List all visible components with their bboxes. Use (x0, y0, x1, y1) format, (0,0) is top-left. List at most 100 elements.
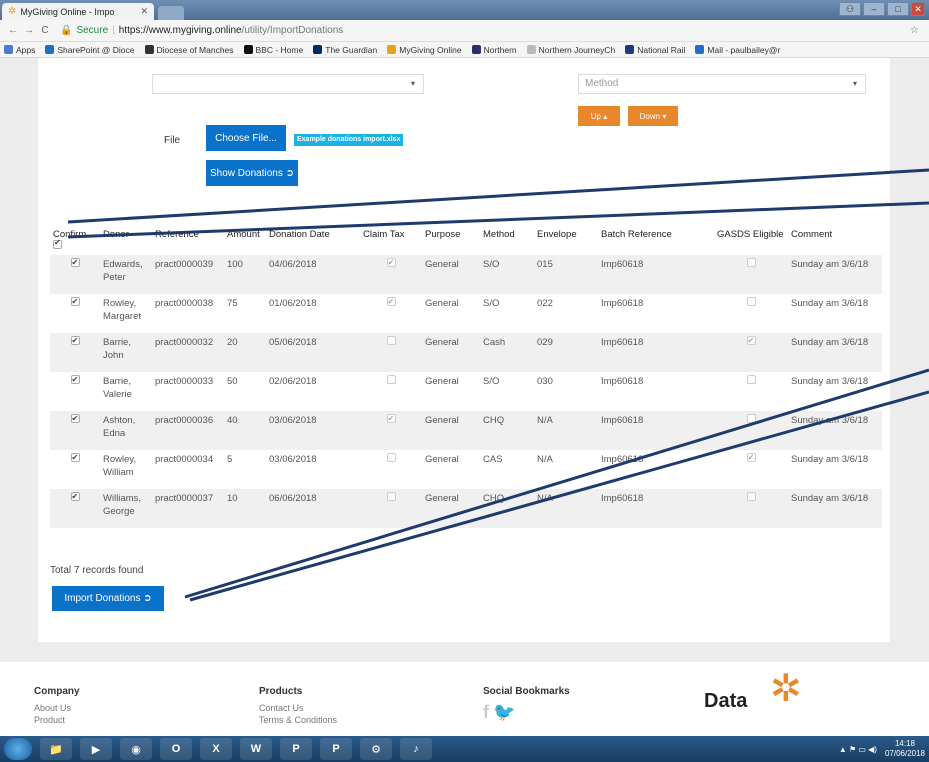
network-icon[interactable]: ▲ ⚑ ▭ ◀) (839, 745, 877, 754)
up-button[interactable]: Up ▴ (578, 106, 620, 126)
start-button[interactable] (4, 738, 32, 760)
bookmark-label: BBC - Home (255, 44, 304, 55)
gasds-eligible-checkbox[interactable] (746, 375, 756, 384)
bookmark-item[interactable]: National Rail (625, 45, 685, 55)
minimize-button[interactable]: – (863, 2, 885, 16)
confirm-all-checkbox[interactable] (53, 238, 62, 249)
show-donations-button[interactable]: Show Donations ➲ (206, 160, 298, 186)
taskbar-app-icon[interactable]: X (200, 738, 232, 760)
method-cell: Cash (483, 337, 506, 348)
facebook-icon[interactable]: f (483, 702, 489, 723)
bookmark-item[interactable]: Northern JourneyCh (526, 45, 615, 55)
claim-tax-checkbox[interactable] (386, 412, 396, 425)
bookmark-item[interactable]: The Guardian (313, 45, 377, 55)
gasds-eligible-checkbox[interactable] (746, 492, 756, 501)
bookmark-label: SharePoint @ Dioce (57, 44, 135, 55)
purpose-cell: General (425, 454, 459, 465)
amount-cell: 75 (227, 298, 238, 309)
close-tab-icon[interactable]: ✕ (140, 6, 148, 17)
taskbar-app-icon[interactable]: P (280, 738, 312, 760)
taskbar-app-icon[interactable]: ♪ (400, 738, 432, 760)
confirm-checkbox[interactable] (70, 373, 80, 386)
reload-icon[interactable]: C (38, 25, 52, 36)
taskbar-app-icon[interactable]: 📁 (40, 738, 72, 760)
back-arrow-icon[interactable]: ← (6, 25, 20, 36)
import-donations-button[interactable]: Import Donations ➲ (52, 586, 164, 611)
claim-tax-checkbox[interactable] (386, 375, 396, 384)
bookmark-item[interactable]: Northern (471, 45, 517, 55)
taskbar-app-icon[interactable]: O (160, 738, 192, 760)
donor-cell: Barrie, Valerie (103, 376, 132, 400)
confirm-checkbox[interactable] (70, 256, 80, 269)
bookmark-item[interactable]: SharePoint @ Dioce (45, 44, 135, 55)
user-icon[interactable]: ⚇ (839, 2, 861, 16)
bookmark-favicon-icon (144, 45, 154, 54)
claim-tax-checkbox[interactable] (386, 492, 396, 501)
confirm-checkbox[interactable] (70, 334, 80, 347)
batch-reference-cell: Imp60618 (601, 493, 644, 504)
url-field[interactable]: 🔒 Secure | https://www.mygiving.online/u… (60, 25, 910, 36)
maximize-button[interactable]: □ (887, 2, 909, 16)
claim-tax-checkbox[interactable] (386, 453, 396, 462)
clock[interactable]: 14:18 07/06/2018 (885, 739, 925, 759)
bookmark-item[interactable]: BBC - Home (243, 44, 304, 55)
bookmark-favicon-icon (695, 45, 705, 54)
gasds-eligible-checkbox[interactable] (746, 414, 756, 423)
confirm-checkbox[interactable] (70, 295, 80, 308)
close-window-button[interactable]: ✕ (911, 2, 925, 16)
claim-tax-checkbox[interactable] (386, 336, 396, 345)
example-file-link[interactable]: Example donations import.xlsx (294, 134, 404, 146)
reference-cell: pract0000037 (155, 493, 214, 504)
bookmark-item[interactable]: Mail - paulbailey@r (695, 45, 780, 55)
purpose-select[interactable]: ▾ (152, 74, 424, 94)
taskbar-app-icon[interactable]: ◉ (120, 738, 152, 760)
footer-link-contact[interactable]: Contact Us (259, 702, 337, 714)
taskbar-app-icon[interactable]: ▶ (80, 738, 112, 760)
donor-cell: Ashton, Edna (103, 415, 136, 439)
gasds-eligible-checkbox[interactable] (746, 451, 756, 464)
gasds-eligible-checkbox[interactable] (746, 297, 756, 306)
reference-cell: pract0000033 (155, 376, 214, 387)
bookmark-favicon-icon (387, 45, 397, 54)
donor-cell: Rowley, Margaret (103, 298, 142, 322)
footer-company-heading: Company (34, 686, 80, 697)
file-label: File (164, 135, 181, 146)
batch-reference-cell: Imp60618 (601, 454, 644, 465)
gasds-eligible-checkbox[interactable] (746, 258, 756, 267)
bookmark-star-icon[interactable]: ☆ (910, 25, 919, 36)
bookmark-item[interactable]: Apps (4, 45, 35, 55)
claim-tax-checkbox[interactable] (386, 295, 396, 308)
browser-tab[interactable]: ✲ MyGiving Online - Impo ✕ (2, 3, 154, 20)
method-select-placeholder: Method (585, 78, 619, 89)
table-row: Barrie, John pract0000032 20 05/06/2018 Gene… (50, 333, 882, 372)
confirm-checkbox[interactable] (70, 451, 80, 464)
bookmark-item[interactable]: MyGiving Online (387, 45, 462, 55)
purpose-cell: General (425, 337, 459, 348)
claim-tax-checkbox[interactable] (386, 256, 396, 269)
footer-link-product[interactable]: Product (34, 714, 80, 726)
taskbar-app-icon[interactable]: P (320, 738, 352, 760)
gasds-eligible-checkbox[interactable] (746, 334, 756, 347)
bookmark-item[interactable]: Diocese of Manches (144, 45, 234, 55)
comment-cell: Sunday am 3/6/18 (791, 298, 869, 309)
chevron-down-icon: ▾ (410, 79, 415, 88)
footer-link-about[interactable]: About Us (34, 702, 80, 714)
purpose-cell: General (425, 298, 459, 309)
method-select[interactable]: Method ▾ (578, 74, 866, 94)
secure-label: Secure (76, 25, 109, 36)
footer-link-terms[interactable]: Terms & Conditions (259, 714, 337, 726)
choose-file-button[interactable]: Choose File... (206, 125, 286, 151)
down-button[interactable]: Down ▾ (628, 106, 678, 126)
donation-date-cell: 03/06/2018 (269, 415, 317, 426)
bookmark-label: The Guardian (325, 44, 378, 55)
header-batch-reference: Batch Reference (601, 229, 672, 240)
taskbar-app-icon[interactable]: ⚙ (360, 738, 392, 760)
confirm-checkbox[interactable] (70, 490, 80, 503)
forward-arrow-icon[interactable]: → (22, 25, 36, 36)
taskbar-app-icon[interactable]: W (240, 738, 272, 760)
new-tab-button[interactable] (158, 6, 184, 20)
batch-reference-cell: Imp60618 (601, 337, 644, 348)
records-total: Total 7 records found (50, 565, 144, 576)
twitter-icon[interactable]: 🐦 (493, 702, 515, 723)
confirm-checkbox[interactable] (70, 412, 80, 425)
